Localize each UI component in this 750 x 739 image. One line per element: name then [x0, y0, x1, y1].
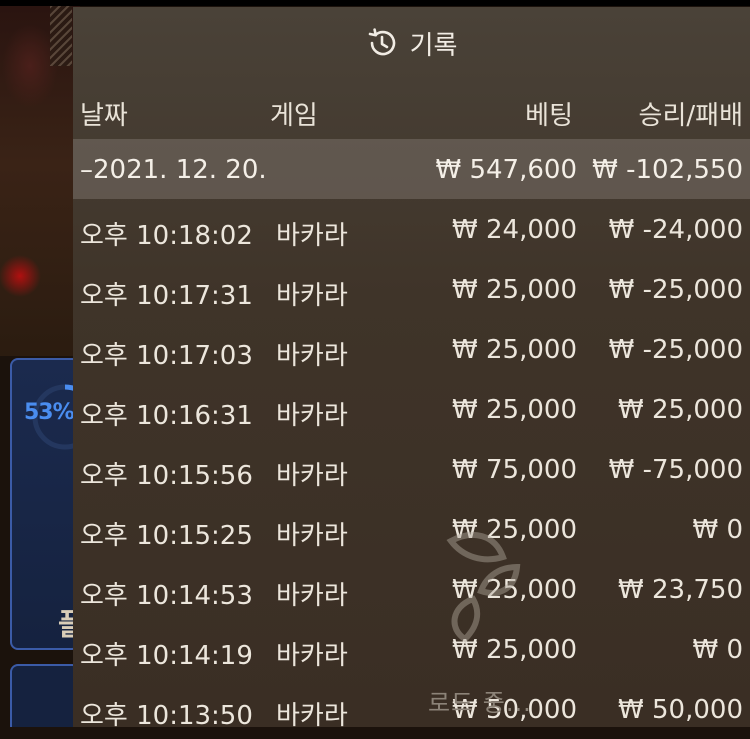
history-row[interactable]: 오후 10:14:53 바카라 ₩ 25,000 ₩ 23,750	[73, 559, 750, 619]
panel-title: 기록	[409, 30, 458, 61]
history-row[interactable]: 오후 10:15:25 바카라 ₩ 25,000 ₩ 0	[73, 499, 750, 559]
history-row[interactable]: 오후 10:18:02 바카라 ₩ 24,000 ₩ -24,000	[73, 199, 750, 259]
row-result: ₩ 25,000	[618, 395, 743, 425]
row-result: ₩ 0	[692, 515, 743, 545]
row-time: 오후 10:16:31	[80, 401, 253, 431]
row-bet: ₩ 25,000	[452, 335, 577, 365]
row-result: ₩ -25,000	[608, 335, 743, 365]
top-bar	[0, 0, 750, 6]
column-header-row: 날짜 게임 베팅 승리/패배	[73, 79, 750, 139]
row-game: 바카라	[276, 461, 348, 491]
history-row[interactable]: 오후 10:15:56 바카라 ₩ 75,000 ₩ -75,000	[73, 439, 750, 499]
row-time: 오후 10:18:02	[80, 221, 253, 251]
row-time: 오후 10:14:19	[80, 641, 253, 671]
row-result: ₩ 23,750	[618, 575, 743, 605]
row-game: 바카라	[276, 221, 348, 251]
row-game: 바카라	[276, 641, 348, 671]
row-time: 오후 10:15:56	[80, 461, 253, 491]
row-result: ₩ 50,000	[618, 695, 743, 725]
column-header-bet: 베팅	[525, 101, 573, 131]
row-time: 오후 10:15:25	[80, 521, 253, 551]
row-bet: ₩ 25,000	[452, 275, 577, 305]
row-game: 바카라	[276, 581, 348, 611]
row-game: 바카라	[276, 401, 348, 431]
date-group-row[interactable]: –2021. 12. 20. ₩ 547,600 ₩ -102,550	[73, 139, 750, 199]
group-result-total: ₩ -102,550	[592, 155, 743, 185]
history-row[interactable]: 오후 10:17:31 바카라 ₩ 25,000 ₩ -25,000	[73, 259, 750, 319]
group-bet-total: ₩ 547,600	[435, 155, 578, 185]
decor-sparkle	[50, 6, 72, 66]
history-rows: 오후 10:18:02 바카라 ₩ 24,000 ₩ -24,000 오후 10…	[73, 199, 750, 739]
leaf-loader-icon	[446, 531, 521, 643]
row-result: ₩ -24,000	[608, 215, 743, 245]
panel-header: 기록	[73, 7, 750, 79]
row-result: ₩ 0	[692, 635, 743, 665]
row-time: 오후 10:17:03	[80, 341, 253, 371]
loading-text: 로드 중...	[428, 689, 532, 717]
row-bet: ₩ 25,000	[452, 395, 577, 425]
column-header-date: 날짜	[80, 101, 128, 131]
row-time: 오후 10:13:50	[80, 701, 253, 731]
history-row[interactable]: 오후 10:17:03 바카라 ₩ 25,000 ₩ -25,000	[73, 319, 750, 379]
row-time: 오후 10:17:31	[80, 281, 253, 311]
row-result: ₩ -25,000	[608, 275, 743, 305]
group-date: –2021. 12. 20.	[80, 155, 267, 185]
row-game: 바카라	[276, 701, 348, 731]
row-game: 바카라	[276, 341, 348, 371]
history-clock-icon	[368, 28, 395, 56]
history-row[interactable]: 오후 10:14:19 바카라 ₩ 25,000 ₩ 0	[73, 619, 750, 679]
row-bet: ₩ 24,000	[452, 215, 577, 245]
row-result: ₩ -75,000	[608, 455, 743, 485]
player-percent: 53%	[24, 400, 75, 425]
column-header-result: 승리/패배	[638, 101, 743, 131]
row-game: 바카라	[276, 281, 348, 311]
column-header-game: 게임	[270, 101, 318, 131]
history-panel: 기록 날짜 게임 베팅 승리/패배 –2021. 12. 20. ₩ 547,6…	[73, 7, 750, 731]
history-row[interactable]: 오후 10:16:31 바카라 ₩ 25,000 ₩ 25,000	[73, 379, 750, 439]
history-row[interactable]: 오후 10:13:50 바카라 ₩ 50,000 ₩ 50,000	[73, 679, 750, 739]
row-bet: ₩ 75,000	[452, 455, 577, 485]
side-bet-area[interactable]	[10, 664, 80, 727]
row-time: 오후 10:14:53	[80, 581, 253, 611]
row-game: 바카라	[276, 521, 348, 551]
